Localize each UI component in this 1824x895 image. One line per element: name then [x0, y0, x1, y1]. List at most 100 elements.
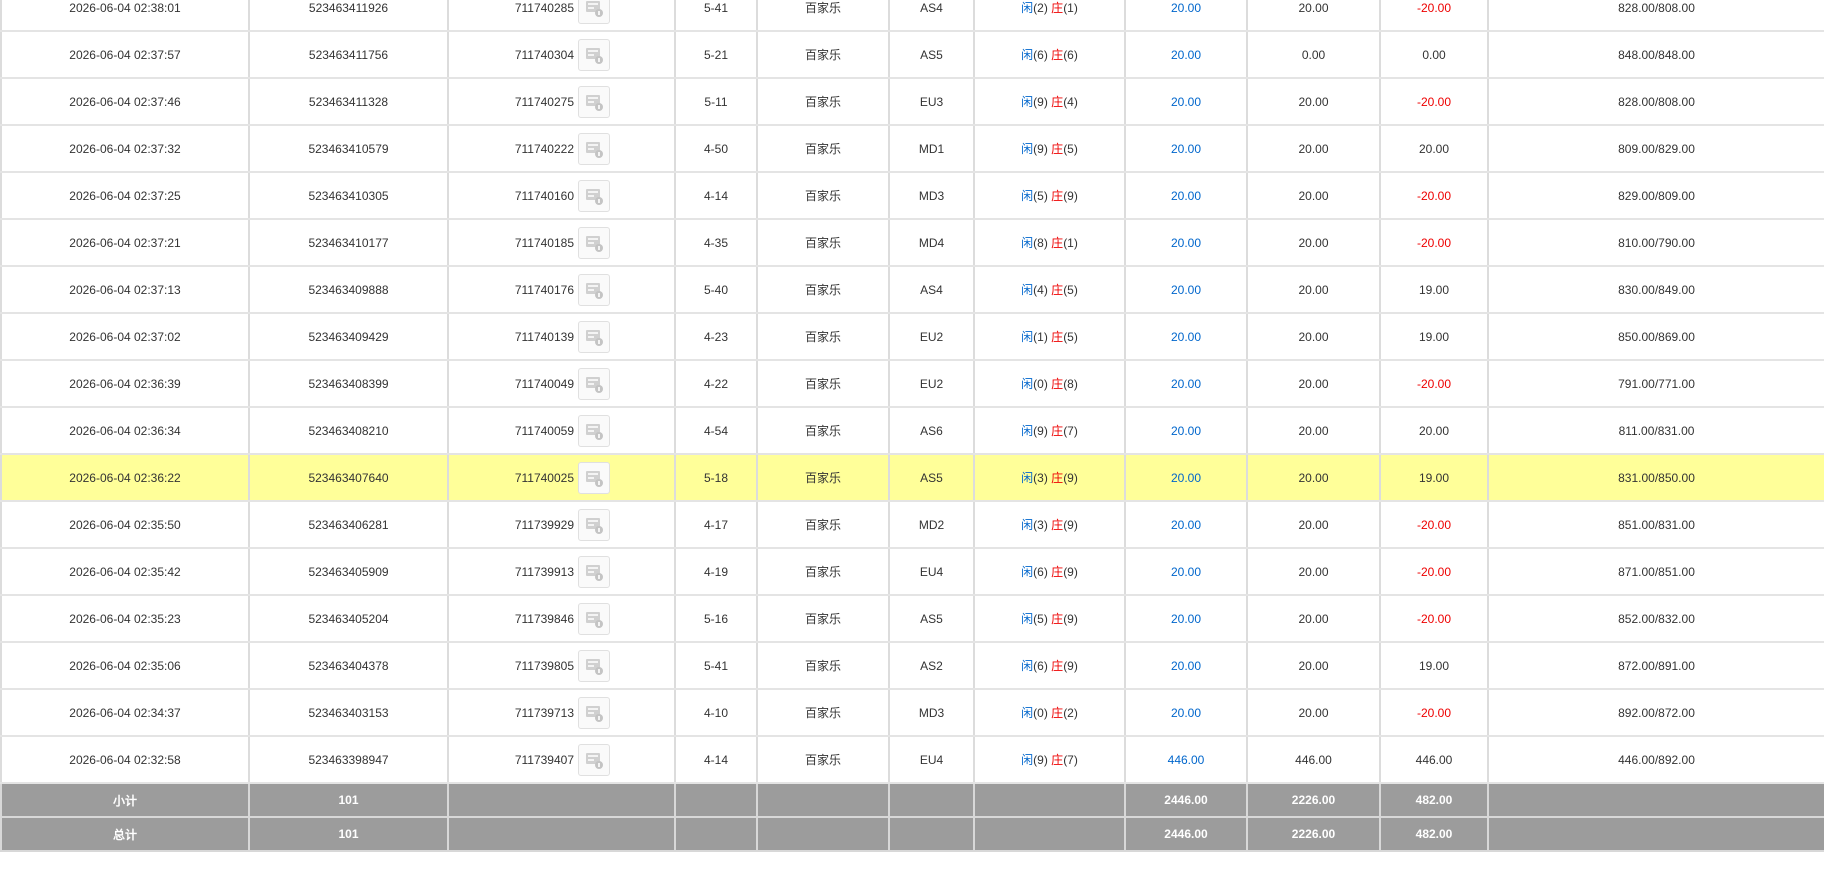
balance-before-after: 871.00/851.00: [1487, 547, 1824, 596]
bet-detail-icon[interactable]: [578, 649, 610, 682]
bet-detail-icon[interactable]: [578, 461, 610, 494]
player-points: (0): [1033, 377, 1048, 391]
bet-amount-text: 20.00: [1170, 188, 1202, 203]
valid-bet-text: 20.00: [1298, 141, 1329, 156]
bet-amount: 20.00: [1124, 124, 1248, 173]
table-row[interactable]: 2026-06-04 02:35:23 523463405204 711739846…: [0, 594, 1824, 643]
table-row[interactable]: 2026-06-04 02:36:34 523463408210 711740059…: [0, 406, 1824, 455]
balance-before-after: 446.00/892.00: [1487, 735, 1824, 784]
bet-detail-icon[interactable]: [578, 696, 610, 729]
bet-detail-icon[interactable]: [578, 132, 610, 165]
order-id: 523463398947: [248, 735, 449, 784]
table-row[interactable]: 2026-06-04 02:32:58 523463398947 711739407…: [0, 735, 1824, 784]
balance-before-after: 850.00/869.00: [1487, 312, 1824, 361]
valid-bet-text: 0.00: [1301, 47, 1326, 62]
shoe-hand: 5-41: [674, 641, 758, 690]
valid-bet: 20.00: [1246, 688, 1381, 737]
bet-detail-icon[interactable]: [578, 555, 610, 588]
valid-bet-text: 20.00: [1298, 705, 1329, 720]
game-type-text: 百家乐: [804, 377, 841, 391]
table-row[interactable]: 2026-06-04 02:37:02 523463409429 711740139…: [0, 312, 1824, 361]
banker-points: (9): [1063, 189, 1078, 203]
bet-detail-icon[interactable]: [578, 0, 610, 24]
game-type-text: 百家乐: [804, 236, 841, 250]
table-code-text: EU2: [919, 376, 944, 391]
win-loss: -20.00: [1379, 594, 1489, 643]
result-cards: 闲(5) 庄(9): [973, 594, 1126, 643]
bet-detail-icon[interactable]: [578, 85, 610, 118]
round-number: 711740275: [514, 94, 574, 109]
result-cards: 闲(5) 庄(9): [973, 171, 1126, 220]
table-row[interactable]: 2026-06-04 02:37:21 523463410177 711740185…: [0, 218, 1824, 267]
table-row[interactable]: 2026-06-04 02:37:32 523463410579 711740222…: [0, 124, 1824, 173]
win-loss-text: -20.00: [1416, 0, 1452, 15]
summary-result-text: 482.00: [1415, 827, 1453, 841]
bet-detail-icon[interactable]: [578, 414, 610, 447]
table-code: MD3: [888, 688, 975, 737]
table-code: AS2: [888, 641, 975, 690]
game-type-text: 百家乐: [804, 612, 841, 626]
bet-detail-icon[interactable]: [578, 179, 610, 212]
bet-amount-text: 20.00: [1170, 658, 1202, 673]
table-row[interactable]: 2026-06-04 02:35:50 523463406281 711739929…: [0, 500, 1824, 549]
empty-cell: [1487, 782, 1824, 818]
game-type: 百家乐: [756, 0, 890, 32]
table-row[interactable]: 2026-06-04 02:36:22 523463407640 711740025…: [0, 453, 1824, 502]
bet-time: 2026-06-04 02:36:22: [0, 453, 250, 502]
result-cards: 闲(3) 庄(9): [973, 500, 1126, 549]
bet-detail-icon[interactable]: [578, 743, 610, 776]
bet-time-text: 2026-06-04 02:37:32: [69, 141, 181, 156]
shoe-hand: 4-35: [674, 218, 758, 267]
bet-amount-text: 20.00: [1170, 423, 1202, 438]
shoe-hand-text: 4-54: [703, 423, 729, 438]
valid-bet-text: 20.00: [1298, 282, 1329, 297]
table-row[interactable]: 2026-06-04 02:35:06 523463404378 711739805…: [0, 641, 1824, 690]
round-cell: 711740275: [447, 77, 676, 126]
table-row[interactable]: 2026-06-04 02:37:57 523463411756 711740304…: [0, 30, 1824, 79]
bet-detail-icon[interactable]: [578, 367, 610, 400]
table-row[interactable]: 2026-06-04 02:35:42 523463405909 711739913…: [0, 547, 1824, 596]
shoe-hand: 4-54: [674, 406, 758, 455]
bet-detail-icon[interactable]: [578, 508, 610, 541]
table-code: AS4: [888, 265, 975, 314]
round-number: 711740025: [514, 470, 574, 485]
table-row[interactable]: 2026-06-04 02:36:39 523463408399 711740049…: [0, 359, 1824, 408]
bet-amount-text: 20.00: [1170, 329, 1202, 344]
shoe-hand-text: 4-50: [703, 141, 729, 156]
round-cell: 711740059: [447, 406, 676, 455]
bet-detail-icon[interactable]: [578, 320, 610, 353]
bet-time-text: 2026-06-04 02:37:02: [69, 329, 181, 344]
table-row[interactable]: 2026-06-04 02:38:01 523463411926 711740285…: [0, 0, 1824, 32]
summary-count-text: 101: [338, 793, 359, 807]
bet-time: 2026-06-04 02:36:39: [0, 359, 250, 408]
player-points: (5): [1033, 612, 1048, 626]
summary-valid-text: 2226.00: [1291, 793, 1336, 807]
banker-points: (4): [1063, 95, 1078, 109]
shoe-hand-text: 4-23: [703, 329, 729, 344]
win-loss-text: -20.00: [1416, 611, 1452, 626]
bet-detail-icon[interactable]: [578, 273, 610, 306]
valid-bet-text: 20.00: [1298, 329, 1329, 344]
bet-detail-icon[interactable]: [578, 38, 610, 71]
round-number: 711739713: [514, 705, 574, 720]
banker-points: (9): [1063, 518, 1078, 532]
banker-label: 庄: [1051, 236, 1064, 250]
bet-amount: 20.00: [1124, 594, 1248, 643]
table-row[interactable]: 2026-06-04 02:37:13 523463409888 711740176…: [0, 265, 1824, 314]
game-type-text: 百家乐: [804, 48, 841, 62]
game-type: 百家乐: [756, 77, 890, 126]
table-row[interactable]: 2026-06-04 02:37:46 523463411328 711740275…: [0, 77, 1824, 126]
game-type: 百家乐: [756, 688, 890, 737]
bet-detail-icon[interactable]: [578, 602, 610, 635]
game-type: 百家乐: [756, 406, 890, 455]
player-label: 闲: [1021, 753, 1034, 767]
bet-time: 2026-06-04 02:32:58: [0, 735, 250, 784]
bet-time-text: 2026-06-04 02:38:01: [69, 0, 181, 15]
player-points: (0): [1033, 706, 1048, 720]
game-type-text: 百家乐: [804, 95, 841, 109]
bet-detail-icon[interactable]: [578, 226, 610, 259]
table-row[interactable]: 2026-06-04 02:37:25 523463410305 711740160…: [0, 171, 1824, 220]
table-row[interactable]: 2026-06-04 02:34:37 523463403153 711739713…: [0, 688, 1824, 737]
win-loss-text: -20.00: [1416, 94, 1452, 109]
player-label: 闲: [1021, 189, 1034, 203]
